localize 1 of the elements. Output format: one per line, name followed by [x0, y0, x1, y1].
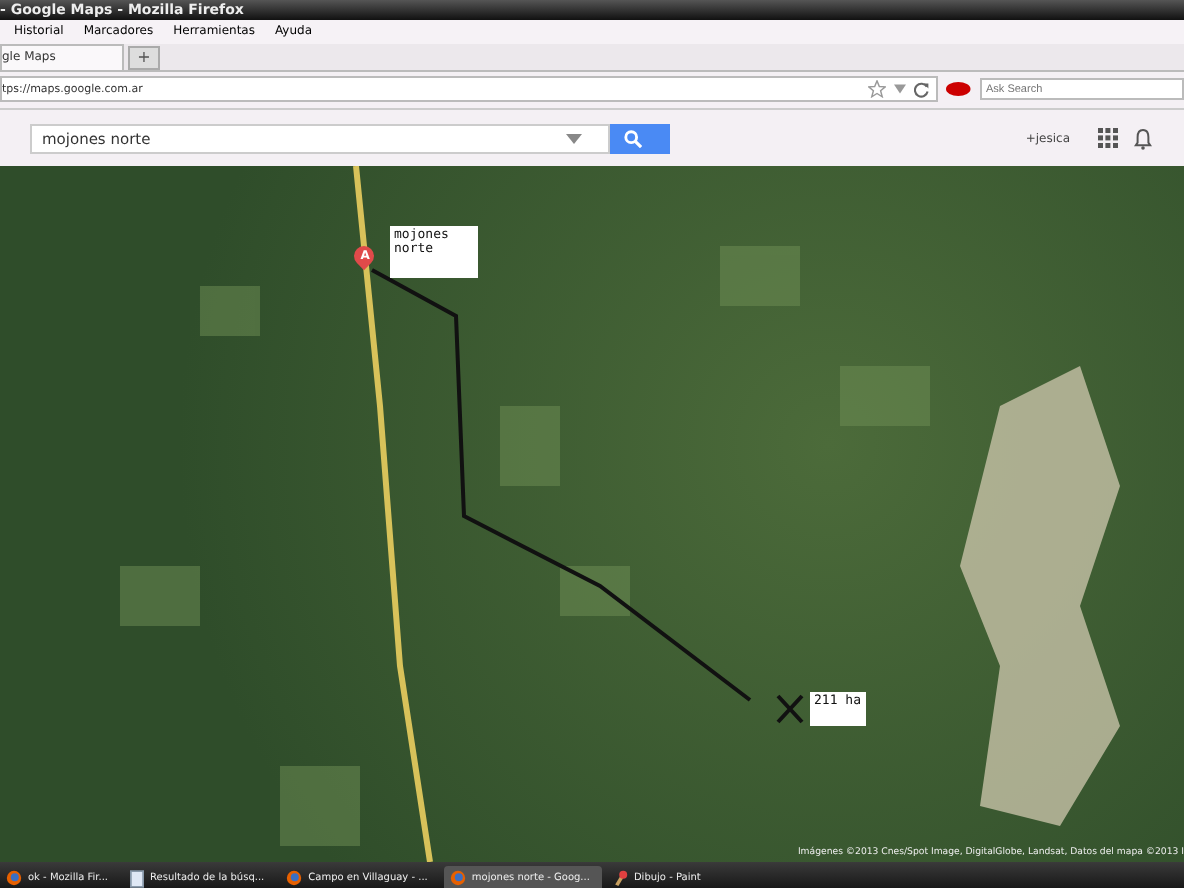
new-tab-button[interactable]: +: [128, 46, 160, 70]
